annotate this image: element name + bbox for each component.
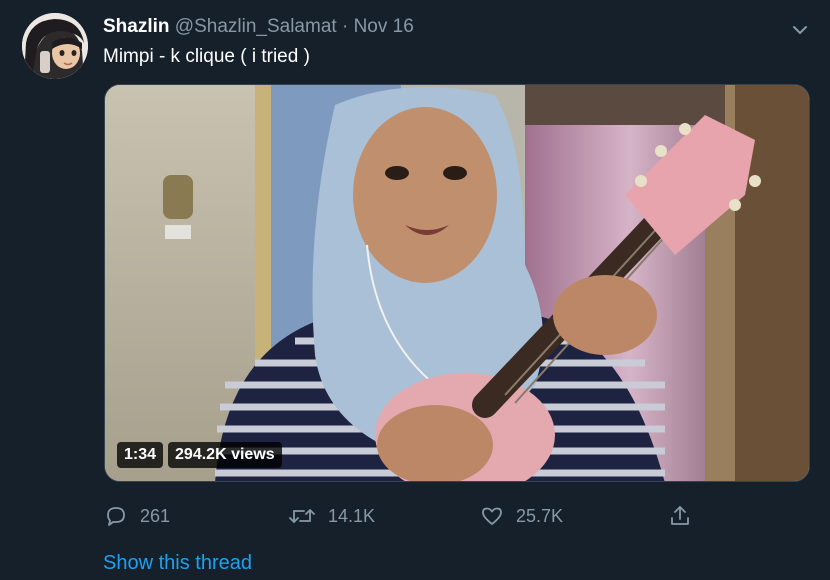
share-button[interactable] [668, 502, 692, 530]
show-thread-link[interactable]: Show this thread [103, 550, 252, 576]
reply-icon [104, 504, 128, 528]
video-duration: 1:34 [117, 442, 164, 468]
author-name[interactable]: Shazlin [103, 16, 170, 37]
tweet-text: Mimpi - k clique ( i tried ) [103, 46, 310, 67]
retweet-button[interactable]: 14.1K [288, 502, 375, 530]
heart-icon [480, 504, 504, 528]
retweet-count: 14.1K [328, 505, 376, 526]
tweet-card[interactable]: Shazlin @Shazlin_Salamat · Nov 16 Mimpi … [0, 0, 830, 580]
like-count: 25.7K [516, 505, 564, 526]
video-badges: 1:34 294.2K views [117, 442, 282, 468]
header-separator: · [341, 16, 349, 37]
avatar[interactable] [22, 13, 88, 79]
share-icon [668, 504, 692, 528]
chevron-down-icon[interactable] [786, 16, 814, 44]
video-thumbnail [105, 85, 809, 481]
tweet-date[interactable]: Nov 16 [354, 16, 414, 37]
reply-count: 261 [140, 505, 171, 526]
author-handle[interactable]: @Shazlin_Salamat [175, 16, 337, 37]
video-player[interactable]: 1:34 294.2K views [104, 84, 810, 482]
avatar-illustration [22, 13, 88, 79]
tweet-header: Shazlin @Shazlin_Salamat · Nov 16 [103, 14, 414, 40]
video-views: 294.2K views [168, 442, 282, 468]
like-button[interactable]: 25.7K [480, 502, 563, 530]
reply-button[interactable]: 261 [104, 502, 170, 530]
retweet-icon [288, 504, 316, 528]
